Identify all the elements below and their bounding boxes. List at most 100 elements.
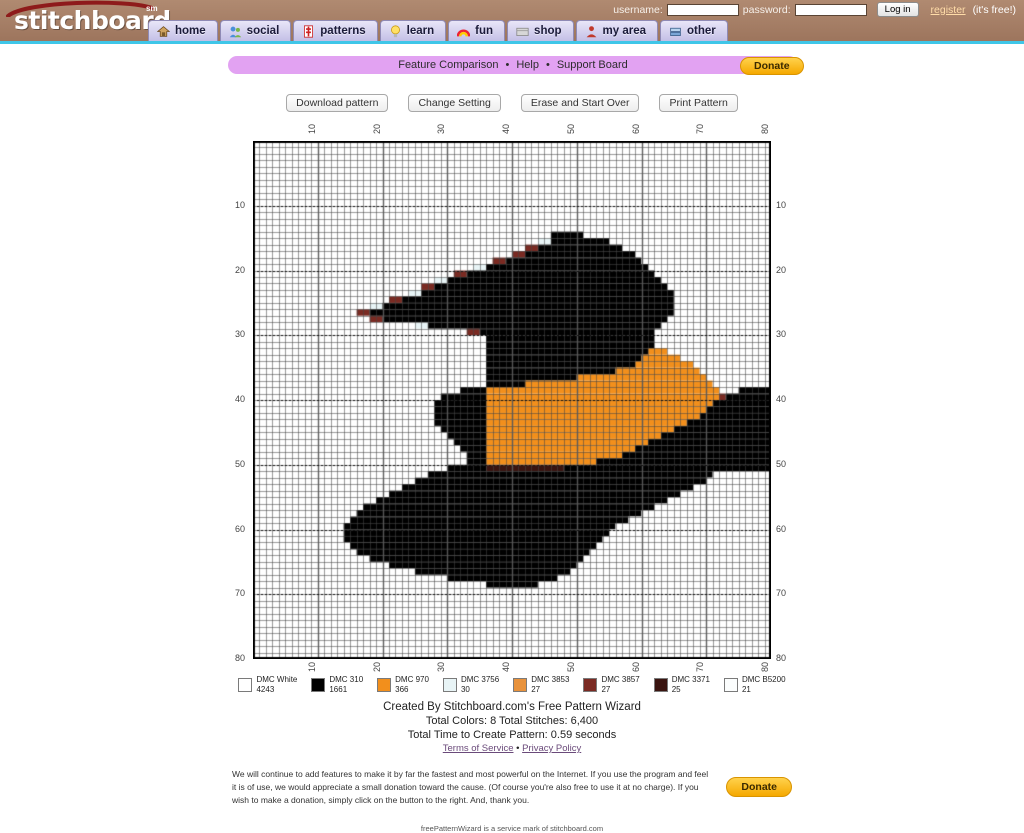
books-icon xyxy=(669,25,682,38)
trademark-text: freePatternWizard is a service mark of s… xyxy=(0,824,1024,833)
pattern-icon xyxy=(302,25,315,38)
legend-item: DMC B520021 xyxy=(724,675,786,695)
legend-label: DMC 385327 xyxy=(531,675,569,695)
secondary-bar: Feature Comparison • Help • Support Boar… xyxy=(0,56,1024,82)
feature-comparison-link[interactable]: Feature Comparison xyxy=(398,59,498,71)
free-note: (it's free!) xyxy=(973,4,1016,16)
y-axis-tick-label: 50 xyxy=(776,459,786,469)
x-axis-tick-label: 20 xyxy=(372,124,382,134)
x-axis-tick-label: 50 xyxy=(566,124,576,134)
username-label: username: xyxy=(613,4,663,16)
x-axis-tick-label: 10 xyxy=(307,124,317,134)
separator-dot: • xyxy=(516,743,519,754)
y-axis-tick-label: 40 xyxy=(235,394,245,404)
nav-tab-label: home xyxy=(175,25,206,37)
lightbulb-icon xyxy=(389,25,402,38)
legend-swatch xyxy=(238,678,252,692)
time-text: Total Time to Create Pattern: 0.59 secon… xyxy=(0,729,1024,741)
y-axis-tick-label: 50 xyxy=(235,459,245,469)
y-axis-tick-label: 60 xyxy=(776,524,786,534)
privacy-policy-link[interactable]: Privacy Policy xyxy=(522,743,581,754)
nav-tab-label: other xyxy=(687,25,716,37)
legend-swatch xyxy=(443,678,457,692)
support-board-link[interactable]: Support Board xyxy=(557,59,628,71)
download-pattern-button[interactable]: Download pattern xyxy=(286,94,388,112)
y-axis-tick-label: 70 xyxy=(776,588,786,598)
print-pattern-button[interactable]: Print Pattern xyxy=(659,94,737,112)
totals-text: Total Colors: 8 Total Stitches: 6,400 xyxy=(0,715,1024,727)
people-icon xyxy=(229,25,242,38)
legend-label: DMC 970366 xyxy=(395,675,429,695)
login-bar: username: password: Log in register (it'… xyxy=(613,2,1016,17)
x-axis-tick-label: 60 xyxy=(631,124,641,134)
x-axis-tick-label: 20 xyxy=(372,662,382,672)
legend-swatch xyxy=(311,678,325,692)
main-navigation: home social patterns learn fun shop my area oth… xyxy=(148,20,730,41)
y-axis-tick-label: 40 xyxy=(776,394,786,404)
password-input[interactable] xyxy=(795,4,867,16)
pattern-chart[interactable]: 1010202030304040505060607070808010102020… xyxy=(232,122,792,667)
rainbow-icon xyxy=(457,25,470,38)
y-axis-tick-label: 70 xyxy=(235,588,245,598)
password-label: password: xyxy=(743,4,791,16)
erase-start-over-button[interactable]: Erase and Start Over xyxy=(521,94,640,112)
nav-tab-fun[interactable]: fun xyxy=(448,20,505,41)
nav-tab-label: fun xyxy=(475,25,493,37)
legend-item: DMC White4243 xyxy=(238,675,297,695)
created-by-text: Created By Stitchboard.com's Free Patter… xyxy=(0,701,1024,713)
nav-tab-label: shop xyxy=(534,25,561,37)
legend-item: DMC 337125 xyxy=(654,675,710,695)
legend-item: DMC 970366 xyxy=(377,675,429,695)
donation-block: We will continue to add features to make… xyxy=(232,768,792,806)
nav-tab-my-area[interactable]: my area xyxy=(576,20,658,41)
y-axis-tick-label: 20 xyxy=(776,265,786,275)
x-axis-tick-label: 70 xyxy=(695,662,705,672)
y-axis-tick-label: 80 xyxy=(235,653,245,663)
login-button[interactable]: Log in xyxy=(877,2,919,17)
nav-tab-label: learn xyxy=(407,25,435,37)
x-axis-tick-label: 30 xyxy=(436,662,446,672)
legend-label: DMC B520021 xyxy=(742,675,786,695)
house-icon xyxy=(157,25,170,38)
nav-tab-label: patterns xyxy=(320,25,365,37)
color-legend: DMC White4243DMC 3101661DMC 970366DMC 37… xyxy=(0,675,1024,695)
site-logo[interactable]: stitchboard sm xyxy=(6,0,156,38)
donation-text: We will continue to add features to make… xyxy=(232,768,712,806)
nav-tab-patterns[interactable]: patterns xyxy=(293,20,377,41)
legend-swatch xyxy=(724,678,738,692)
y-axis-tick-label: 60 xyxy=(235,524,245,534)
y-axis-tick-label: 10 xyxy=(776,200,786,210)
legend-item: DMC 3101661 xyxy=(311,675,363,695)
change-setting-button[interactable]: Change Setting xyxy=(408,94,500,112)
x-axis-tick-label: 80 xyxy=(760,124,770,134)
pattern-grid-canvas[interactable] xyxy=(253,141,771,659)
legend-swatch xyxy=(583,678,597,692)
legend-swatch xyxy=(654,678,668,692)
top-bar: stitchboard sm username: password: Log i… xyxy=(0,0,1024,44)
cart-icon xyxy=(516,25,529,38)
donate-button-top[interactable]: Donate xyxy=(740,57,804,75)
nav-tab-shop[interactable]: shop xyxy=(507,20,573,41)
y-axis-tick-label: 20 xyxy=(235,265,245,275)
help-link[interactable]: Help xyxy=(516,59,539,71)
separator-dot: • xyxy=(506,59,510,71)
username-input[interactable] xyxy=(667,4,739,16)
nav-tab-other[interactable]: other xyxy=(660,20,728,41)
x-axis-tick-label: 60 xyxy=(631,662,641,672)
x-axis-tick-label: 40 xyxy=(501,124,511,134)
logo-servicemark: sm xyxy=(146,4,158,13)
y-axis-tick-label: 30 xyxy=(776,329,786,339)
pattern-stats: Created By Stitchboard.com's Free Patter… xyxy=(0,701,1024,754)
x-axis-tick-label: 50 xyxy=(566,662,576,672)
nav-tab-label: my area xyxy=(603,25,646,37)
terms-of-service-link[interactable]: Terms of Service xyxy=(443,743,514,754)
nav-tab-home[interactable]: home xyxy=(148,20,218,41)
y-axis-tick-label: 10 xyxy=(235,200,245,210)
nav-tab-learn[interactable]: learn xyxy=(380,20,447,41)
nav-tab-social[interactable]: social xyxy=(220,20,292,41)
legend-item: DMC 385327 xyxy=(513,675,569,695)
y-axis-tick-label: 30 xyxy=(235,329,245,339)
donate-button-bottom[interactable]: Donate xyxy=(726,777,792,797)
register-link[interactable]: register xyxy=(931,4,966,16)
legend-label: DMC 385727 xyxy=(601,675,639,695)
